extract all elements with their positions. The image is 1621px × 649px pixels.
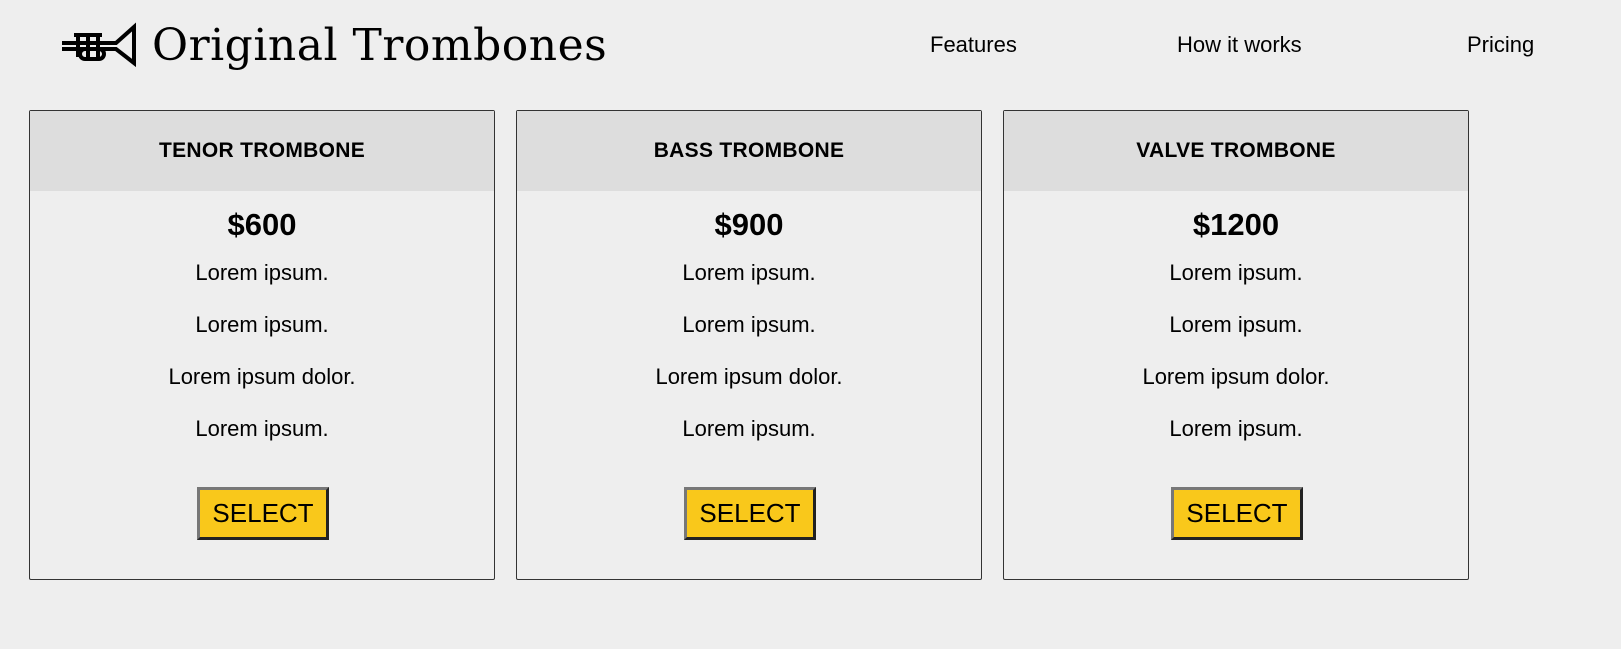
logo[interactable]: Original Trombones xyxy=(58,14,607,76)
plan-name: TENOR TROMBONE xyxy=(30,111,494,191)
feature-item: Lorem ipsum. xyxy=(1169,416,1303,441)
feature-item: Lorem ipsum dolor. xyxy=(168,364,356,389)
plan-price: $1200 xyxy=(1192,207,1280,242)
plan-card-valve: VALVE TROMBONE $1200 Lorem ipsum. Lorem … xyxy=(1003,110,1469,580)
select-button[interactable]: SELECT xyxy=(197,487,329,540)
feature-item: Lorem ipsum. xyxy=(1169,312,1303,337)
feature-item: Lorem ipsum. xyxy=(1169,260,1303,285)
plan-card-tenor: TENOR TROMBONE $600 Lorem ipsum. Lorem i… xyxy=(29,110,495,580)
feature-item: Lorem ipsum dolor. xyxy=(655,364,843,389)
select-button[interactable]: SELECT xyxy=(1171,487,1303,540)
trumpet-icon xyxy=(62,22,136,68)
feature-item: Lorem ipsum. xyxy=(682,260,816,285)
plan-price: $600 xyxy=(227,207,297,242)
brand-name: Original Trombones xyxy=(152,19,608,71)
feature-item: Lorem ipsum. xyxy=(195,260,329,285)
feature-list: Lorem ipsum. Lorem ipsum. Lorem ipsum do… xyxy=(30,247,494,455)
plan-card-bass: BASS TROMBONE $900 Lorem ipsum. Lorem ip… xyxy=(516,110,982,580)
select-button[interactable]: SELECT xyxy=(684,487,816,540)
feature-item: Lorem ipsum. xyxy=(682,416,816,441)
nav-how-it-works[interactable]: How it works xyxy=(1177,32,1302,58)
nav-pricing[interactable]: Pricing xyxy=(1467,32,1534,58)
feature-item: Lorem ipsum. xyxy=(682,312,816,337)
plan-price: $900 xyxy=(714,207,784,242)
plan-name: BASS TROMBONE xyxy=(517,111,981,191)
plan-name: VALVE TROMBONE xyxy=(1004,111,1468,191)
nav-features[interactable]: Features xyxy=(930,32,1017,58)
feature-item: Lorem ipsum dolor. xyxy=(1142,364,1330,389)
feature-item: Lorem ipsum. xyxy=(195,416,329,441)
feature-list: Lorem ipsum. Lorem ipsum. Lorem ipsum do… xyxy=(517,247,981,455)
feature-list: Lorem ipsum. Lorem ipsum. Lorem ipsum do… xyxy=(1004,247,1468,455)
feature-item: Lorem ipsum. xyxy=(195,312,329,337)
